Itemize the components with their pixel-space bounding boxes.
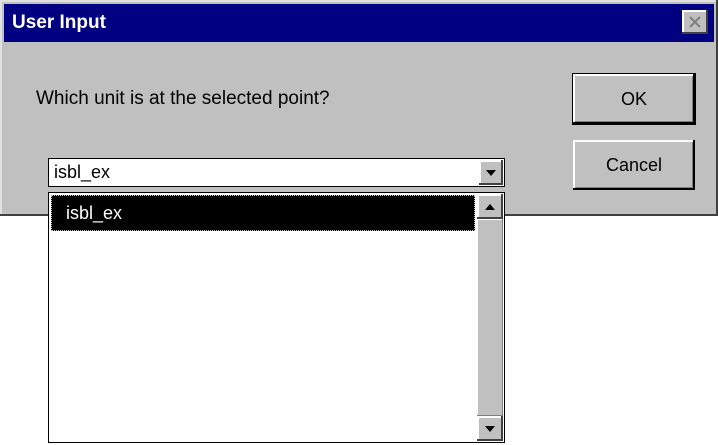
ok-button[interactable]: OK [573, 74, 695, 124]
scroll-up-button[interactable] [477, 194, 503, 219]
unit-combobox[interactable]: isbl_ex [48, 158, 505, 187]
unit-dropdown-list[interactable]: isbl_ex [48, 192, 505, 443]
prompt-label: Which unit is at the selected point? [36, 88, 330, 109]
close-button[interactable] [682, 10, 708, 34]
window-title: User Input [12, 12, 106, 33]
scroll-track[interactable] [477, 219, 503, 416]
chevron-up-icon [485, 203, 495, 210]
combobox-dropdown-button[interactable] [479, 160, 503, 185]
chevron-down-icon [486, 169, 496, 176]
chevron-down-icon [485, 425, 495, 432]
combobox-value: isbl_ex [54, 162, 111, 182]
cancel-button[interactable]: Cancel [573, 140, 695, 190]
list-item[interactable]: isbl_ex [51, 195, 475, 231]
title-bar: User Input [4, 4, 714, 42]
scroll-down-button[interactable] [477, 416, 503, 441]
close-icon [689, 16, 701, 28]
list-item-label: isbl_ex [66, 203, 123, 223]
vertical-scrollbar[interactable] [477, 194, 503, 441]
